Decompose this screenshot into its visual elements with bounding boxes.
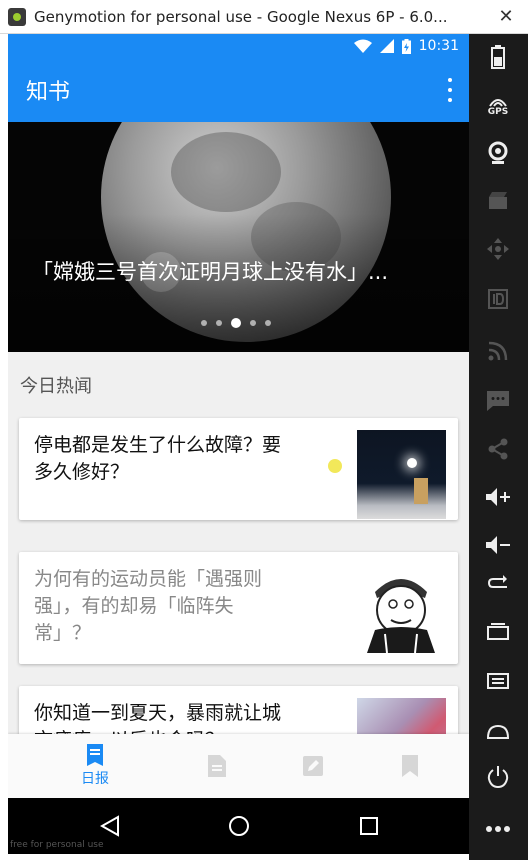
more-options-icon[interactable] (445, 78, 455, 102)
volume-down-icon (486, 536, 510, 554)
daily-news-icon (87, 744, 103, 766)
more-icon (486, 826, 510, 832)
window-titlebar: Genymotion for personal use - Google Nex… (0, 0, 528, 34)
dpad-button[interactable] (481, 232, 515, 266)
identifiers-button[interactable] (481, 282, 515, 316)
nav-label-daily: 日报 (81, 771, 109, 787)
volume-up-icon (486, 488, 510, 506)
capture-button[interactable] (481, 184, 515, 218)
menu-icon (487, 673, 509, 689)
sms-icon (487, 391, 509, 411)
page-dot[interactable] (216, 320, 222, 326)
webcam-button[interactable] (481, 136, 515, 170)
story-card[interactable]: 为何有的运动员能「遇强则强」，有的却易「临阵失常」？ (19, 552, 458, 664)
status-bar: 10:31 (8, 34, 469, 58)
gps-button[interactable]: GPS (481, 90, 515, 124)
story-thumbnail (357, 564, 446, 653)
status-time: 10:31 (418, 38, 459, 54)
banner-title: 「嫦娥三号首次证明月球上没有水」... (32, 260, 389, 284)
network-button[interactable] (481, 334, 515, 368)
watermark: free for personal use (10, 840, 104, 850)
recent-apps-icon (487, 623, 509, 640)
home-side-button[interactable] (481, 714, 515, 748)
page-dot[interactable] (201, 320, 207, 326)
capture-icon (489, 192, 507, 209)
banner-page-indicator (201, 318, 271, 328)
document-icon (208, 755, 226, 777)
story-thumbnail (357, 430, 446, 519)
genymotion-app-icon (8, 7, 26, 26)
bookmark-icon (402, 755, 418, 777)
share-icon (488, 438, 508, 460)
signal-icon (379, 39, 394, 53)
edit-icon (303, 756, 323, 776)
story-title: 为何有的运动员能「遇强则强」，有的却易「临阵失常」？ (34, 568, 263, 644)
recents-button[interactable] (349, 808, 389, 844)
page-dot-active[interactable] (231, 318, 241, 328)
back-icon (100, 815, 119, 837)
recent-apps-button[interactable] (481, 614, 515, 648)
rotate-button[interactable] (481, 566, 515, 600)
emulator-control-panel: GPS (469, 34, 528, 860)
nav-tab-write[interactable] (263, 734, 363, 798)
battery-icon (491, 45, 505, 69)
home-icon (486, 724, 510, 739)
rotate-icon (487, 575, 507, 588)
section-title: 今日热闻 (20, 376, 92, 397)
story-title: 停电都是发生了什么故障？要多久修好？ (34, 434, 282, 483)
phone-screen: 10:31 知书 「嫦娥三号首次证明月球上没有水」... 今日热闻 停电都是发生… (8, 34, 469, 798)
nav-tab-documents[interactable] (167, 734, 267, 798)
share-button[interactable] (481, 432, 515, 466)
story-card[interactable]: 停电都是发生了什么故障？要多久修好？ (19, 418, 458, 520)
window-title: Genymotion for personal use - Google Nex… (34, 7, 448, 26)
top-story-banner[interactable]: 「嫦娥三号首次证明月球上没有水」... (8, 122, 469, 352)
recents-icon (360, 817, 378, 835)
volume-down-button[interactable] (481, 528, 515, 562)
battery-charging-icon (401, 38, 411, 54)
home-icon (229, 816, 249, 836)
page-dot[interactable] (250, 320, 256, 326)
identifiers-icon (488, 289, 508, 309)
menu-button[interactable] (481, 664, 515, 698)
back-button[interactable] (90, 808, 130, 844)
power-icon (487, 766, 509, 788)
touch-indicator (328, 459, 342, 473)
sms-button[interactable] (481, 384, 515, 418)
nav-tab-bookmarks[interactable] (360, 734, 460, 798)
nav-tab-daily[interactable]: 日报 (45, 734, 145, 798)
volume-up-button[interactable] (481, 480, 515, 514)
page-dot[interactable] (265, 320, 271, 326)
webcam-icon (488, 141, 508, 164)
app-bar: 知书 (8, 58, 469, 122)
window-close-button[interactable]: ✕ (492, 4, 520, 28)
more-button[interactable] (481, 812, 515, 846)
rss-icon (488, 341, 508, 361)
bottom-navigation: 日报 (8, 734, 469, 798)
battery-button[interactable] (481, 40, 515, 74)
gps-label: GPS (487, 107, 509, 117)
gps-icon (489, 99, 507, 107)
app-title: 知书 (26, 80, 71, 105)
home-button[interactable] (219, 808, 259, 844)
dpad-icon (487, 238, 509, 260)
wifi-icon (353, 39, 372, 53)
power-button[interactable] (481, 760, 515, 794)
